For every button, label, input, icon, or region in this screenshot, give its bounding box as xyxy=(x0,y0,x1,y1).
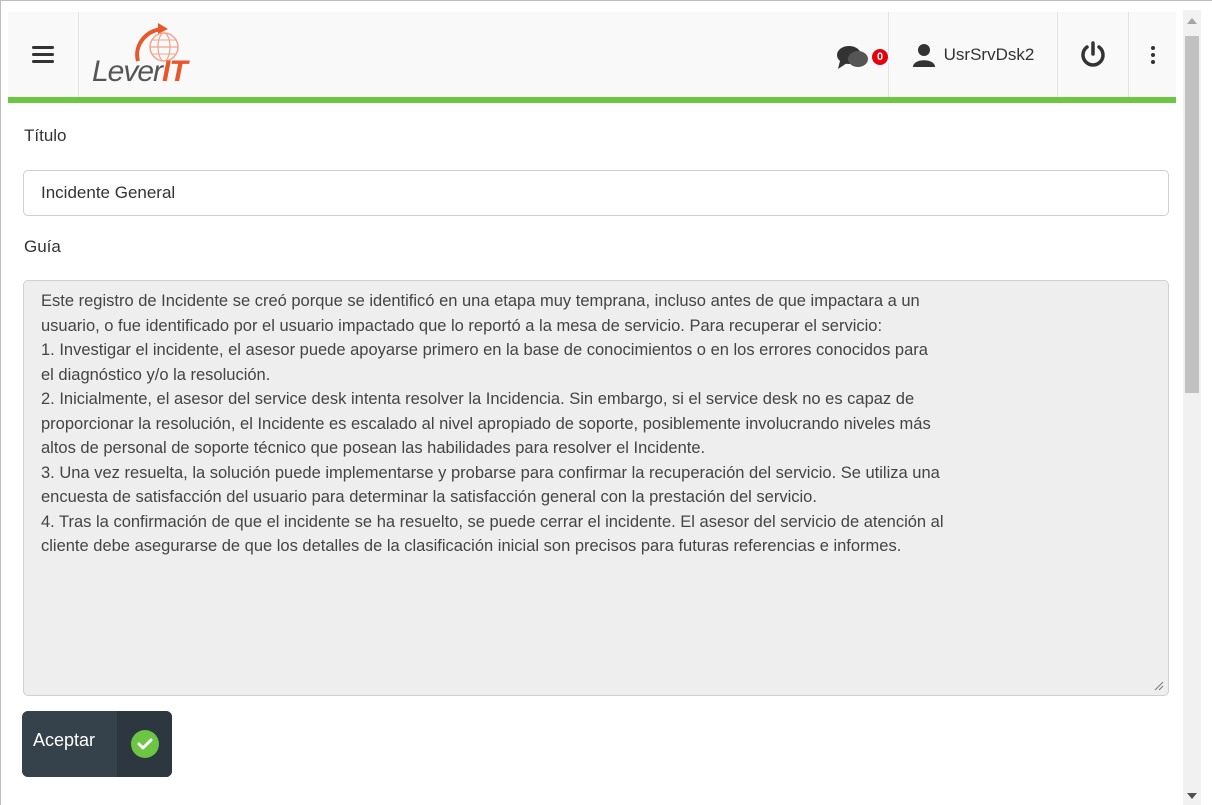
guide-line: cliente debe asegurarse de que los detal… xyxy=(41,537,902,555)
guide-line: 2. Inicialmente, el asesor del service d… xyxy=(41,390,915,408)
guide-line: 4. Tras la confirmación de que el incide… xyxy=(41,512,944,531)
accept-button-icon-area xyxy=(117,711,172,777)
title-field-value: Incidente General xyxy=(41,183,176,202)
brand-logo[interactable]: LeverIT xyxy=(80,12,240,97)
username-label: UsrSrvDsk2 xyxy=(943,44,1035,64)
guide-line: usuario, o fue identificado por el usuar… xyxy=(41,316,883,335)
user-icon xyxy=(912,43,935,67)
scroll-down-arrow-icon[interactable] xyxy=(1187,793,1197,799)
menu-toggle-button[interactable] xyxy=(8,12,79,97)
guide-line: proporcionar la resolución, el Incidente… xyxy=(41,414,931,433)
logout-button[interactable] xyxy=(1058,12,1129,97)
guide-line: Este registro de Incidente se creó porqu… xyxy=(41,292,920,310)
guide-line: 3. Una vez resuelta, la solución puede i… xyxy=(41,463,940,482)
scroll-up-arrow-icon[interactable] xyxy=(1187,18,1197,24)
more-options-button[interactable] xyxy=(1129,12,1176,97)
scrollbar-thumb[interactable] xyxy=(1185,36,1199,393)
user-profile-button[interactable]: UsrSrvDsk2 xyxy=(889,12,1058,97)
logo-wordmark: LeverIT xyxy=(92,54,188,88)
guide-line: altos de personal de soporte técnico que… xyxy=(41,439,706,457)
guide-line: 1. Investigar el incidente, el asesor pu… xyxy=(41,341,928,359)
accept-button[interactable]: Aceptar xyxy=(22,711,172,777)
chat-bubbles-icon xyxy=(837,45,868,69)
title-field-label: Título xyxy=(24,126,67,145)
check-circle-icon xyxy=(130,730,159,758)
vertical-dots-icon xyxy=(1150,43,1155,67)
title-field[interactable]: Incidente General xyxy=(23,170,1169,216)
guide-textarea[interactable]: Este registro de Incidente se creó porqu… xyxy=(23,280,1169,696)
resize-handle-icon[interactable] xyxy=(1154,681,1164,691)
notification-count-badge: 0 xyxy=(870,46,890,67)
accept-button-label: Aceptar xyxy=(33,730,96,750)
top-navbar: LeverIT 0 UsrSrvDsk2 xyxy=(8,12,1176,103)
guide-line: encuesta de satisfacción del usuario par… xyxy=(41,488,817,506)
guide-line: el diagnóstico y/o la resolución. xyxy=(41,365,271,384)
notifications-button[interactable]: 0 xyxy=(820,12,890,97)
hamburger-menu-icon xyxy=(32,42,54,67)
guide-field-label: Guía xyxy=(24,237,61,256)
power-icon xyxy=(1081,40,1105,67)
vertical-scrollbar[interactable] xyxy=(1183,10,1201,805)
